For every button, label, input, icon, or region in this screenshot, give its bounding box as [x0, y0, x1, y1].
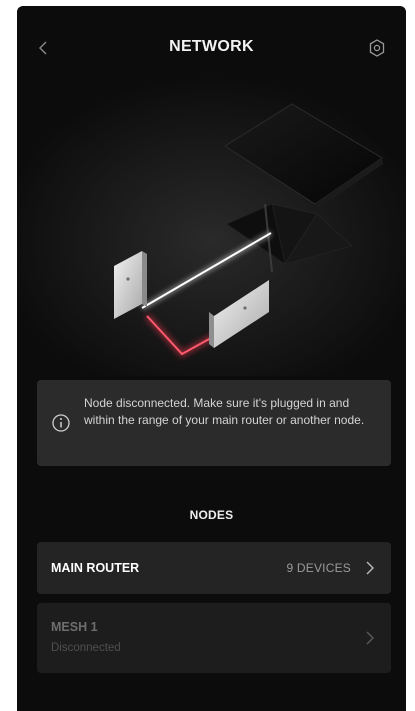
chevron-right-icon	[366, 631, 374, 645]
network-screen: NETWORK Node disconnected. Make sure it'…	[17, 6, 406, 711]
page-title: NETWORK	[169, 38, 254, 55]
node-name: MAIN ROUTER	[51, 561, 140, 575]
node-mesh-1[interactable]: MESH 1 Disconnected	[37, 603, 391, 673]
node-name: MESH 1	[51, 620, 98, 634]
chevron-right-icon	[366, 561, 374, 575]
gear-icon	[369, 39, 385, 57]
node-main-router[interactable]: MAIN ROUTER 9 DEVICES	[37, 542, 391, 594]
disconnected-alert: Node disconnected. Make sure it's plugge…	[37, 380, 391, 466]
nodes-section-label: NODES	[189, 508, 234, 522]
top-bar: NETWORK	[17, 6, 406, 86]
alert-message: Node disconnected. Make sure it's plugge…	[84, 396, 365, 427]
device-count: 9 DEVICES	[286, 561, 351, 575]
settings-button[interactable]	[364, 34, 390, 62]
node-status: Disconnected	[51, 642, 121, 654]
info-icon	[52, 414, 70, 432]
network-illustration	[17, 76, 406, 376]
